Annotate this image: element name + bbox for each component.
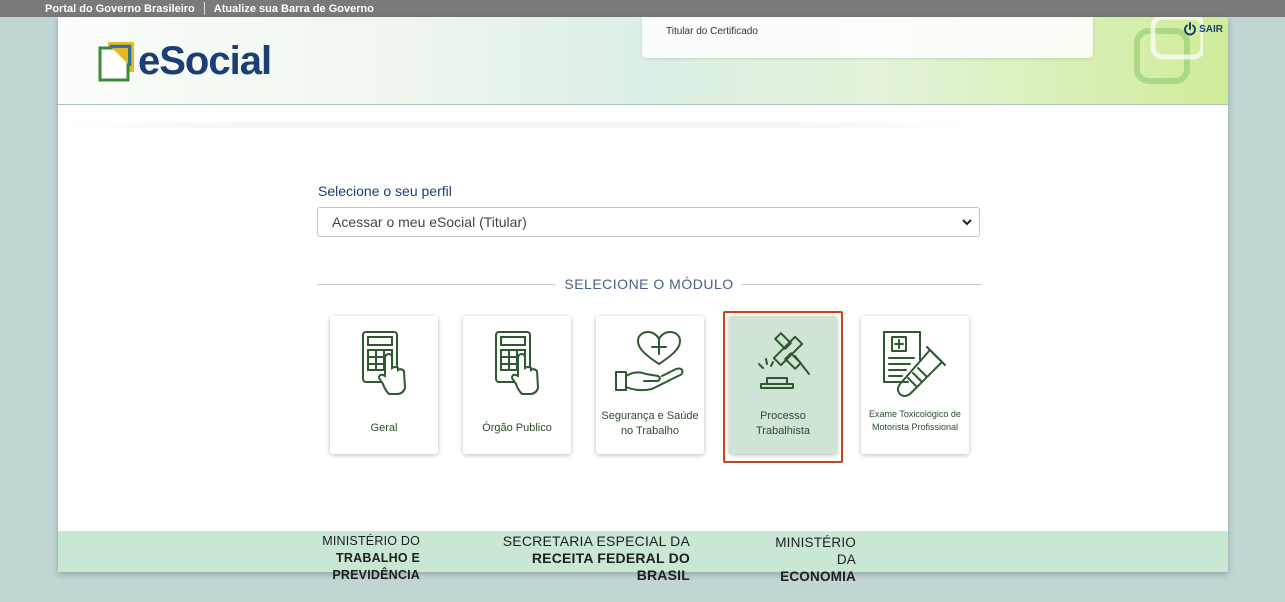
portal-governo-link[interactable]: Portal do Governo Brasileiro bbox=[45, 3, 195, 15]
footer-text: TRABALHO E PREVIDÊNCIA bbox=[332, 551, 420, 582]
module-label-processo-trabalhista: Processo Trabalhista bbox=[755, 410, 810, 437]
module-label-seguranca-saude: Segurança e Saúde no Trabalho bbox=[601, 410, 699, 437]
logo-text: eSocial bbox=[138, 39, 272, 83]
profile-label: Selecione o seu perfil bbox=[318, 183, 452, 199]
heart-hand-icon bbox=[615, 331, 684, 392]
certificate-holder-label: Titular do Certificado bbox=[666, 26, 758, 37]
government-bar: Portal do Governo Brasileiro Atualize su… bbox=[0, 0, 1285, 17]
footer-receita-federal: SECRETARIA ESPECIAL DA RECEITA FEDERAL D… bbox=[498, 533, 690, 584]
module-card-exame-toxicologico[interactable]: Exame Toxicológico de Motorista Profissi… bbox=[861, 316, 969, 454]
gavel-icon bbox=[758, 332, 810, 389]
footer-text: ECONOMIA bbox=[780, 569, 856, 584]
profile-selected-value: Acessar o meu eSocial (Titular) bbox=[332, 214, 527, 230]
test-tube-icon bbox=[883, 331, 946, 397]
footer-text: RECEITA FEDERAL DO BRASIL bbox=[531, 550, 690, 583]
module-card-processo-trabalhista[interactable]: Processo Trabalhista bbox=[729, 316, 837, 454]
update-bar-link[interactable]: Atualize sua Barra de Governo bbox=[214, 3, 374, 15]
chevron-down-icon bbox=[962, 219, 972, 226]
esocial-logo-mark bbox=[98, 41, 134, 81]
module-card-seguranca-saude[interactable]: Segurança e Saúde no Trabalho bbox=[596, 316, 704, 454]
footer-ministerio-economia: MINISTÉRIO DA ECONOMIA bbox=[756, 534, 856, 585]
module-label-exame-toxicologico: Exame Toxicológico de Motorista Profissi… bbox=[869, 409, 961, 432]
footer-text: MINISTÉRIO DA bbox=[775, 535, 856, 567]
footer-text: MINISTÉRIO DO bbox=[322, 534, 420, 548]
profile-select[interactable]: Acessar o meu eSocial (Titular) bbox=[317, 207, 980, 237]
footer-ministerio-trabalho: MINISTÉRIO DO TRABALHO E PREVIDÊNCIA bbox=[267, 533, 420, 584]
divider bbox=[203, 2, 205, 15]
header: eSocial Titular do Certificado SAIR bbox=[58, 17, 1228, 105]
module-section-title: SELECIONE O MÓDULO bbox=[317, 275, 982, 293]
footer-text: SECRETARIA ESPECIAL DA bbox=[502, 533, 690, 549]
main-page: eSocial Titular do Certificado SAIR Sele… bbox=[58, 17, 1228, 584]
module-label-geral: Geral bbox=[370, 422, 398, 434]
logout-label: SAIR bbox=[1199, 23, 1223, 35]
footer: MINISTÉRIO DO TRABALHO E PREVIDÊNCIA SEC… bbox=[58, 531, 1228, 584]
module-label-orgao-publico: Órgão Publico bbox=[482, 422, 552, 434]
power-icon bbox=[1184, 22, 1197, 36]
esocial-logo[interactable]: eSocial bbox=[98, 39, 272, 84]
module-title-text: SELECIONE O MÓDULO bbox=[564, 276, 734, 292]
divider bbox=[741, 283, 982, 285]
logout-button[interactable]: SAIR bbox=[1183, 22, 1223, 36]
divider bbox=[317, 283, 557, 285]
decorative-stripe bbox=[63, 122, 968, 128]
calculator-icon bbox=[495, 331, 540, 395]
module-card-geral[interactable]: Geral bbox=[330, 316, 438, 454]
calculator-icon bbox=[362, 331, 407, 395]
module-card-orgao-publico[interactable]: Órgão Publico bbox=[463, 316, 571, 454]
certificate-box: Titular do Certificado bbox=[642, 17, 1093, 58]
